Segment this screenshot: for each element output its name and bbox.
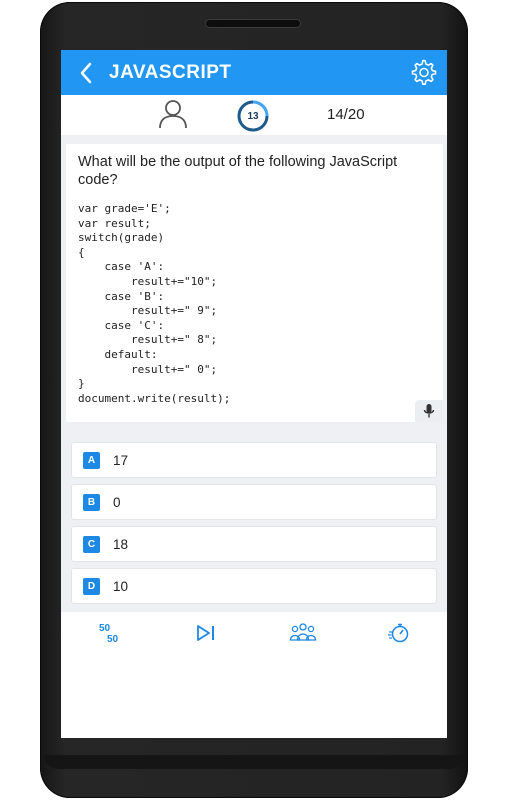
option-a[interactable]: A 17 bbox=[71, 442, 437, 478]
app-screen: JAVASCRIPT 13 14/20 What will be the out… bbox=[61, 50, 447, 738]
page-title: JAVASCRIPT bbox=[109, 61, 232, 83]
chevron-left-icon[interactable] bbox=[69, 50, 103, 95]
option-text: 17 bbox=[113, 452, 129, 468]
svg-text:50: 50 bbox=[107, 634, 119, 645]
app-bar: JAVASCRIPT bbox=[61, 50, 447, 95]
option-d[interactable]: D 10 bbox=[71, 568, 437, 604]
lifeline-toolbar: 50 50 bbox=[61, 612, 447, 652]
bottom-blank-area bbox=[61, 652, 447, 738]
svg-text:50: 50 bbox=[99, 623, 111, 634]
question-code: var grade='E'; var result; switch(grade)… bbox=[78, 202, 231, 405]
option-letter: D bbox=[83, 577, 100, 595]
timer-value: 13 bbox=[247, 110, 259, 122]
status-row: 13 14/20 bbox=[61, 95, 447, 135]
skip-icon[interactable] bbox=[194, 621, 218, 645]
question-text: What will be the output of the following… bbox=[78, 154, 398, 188]
gear-icon[interactable] bbox=[407, 56, 439, 88]
microphone-icon[interactable] bbox=[415, 400, 443, 422]
option-letter: B bbox=[83, 493, 100, 511]
option-c[interactable]: C 18 bbox=[71, 526, 437, 562]
question-card: What will be the output of the following… bbox=[66, 144, 443, 422]
audience-icon[interactable] bbox=[289, 621, 317, 645]
option-text: 0 bbox=[113, 494, 121, 510]
stopwatch-icon[interactable] bbox=[387, 621, 411, 645]
phone-chin bbox=[44, 755, 464, 769]
option-text: 18 bbox=[113, 536, 129, 552]
option-text: 10 bbox=[113, 578, 129, 594]
user-icon bbox=[158, 98, 188, 130]
phone-speaker bbox=[205, 19, 301, 28]
fifty-fifty-button[interactable]: 50 50 bbox=[98, 621, 122, 645]
option-letter: C bbox=[83, 535, 100, 553]
option-letter: A bbox=[83, 451, 100, 469]
question-progress: 14/20 bbox=[327, 106, 365, 123]
option-b[interactable]: B 0 bbox=[71, 484, 437, 520]
